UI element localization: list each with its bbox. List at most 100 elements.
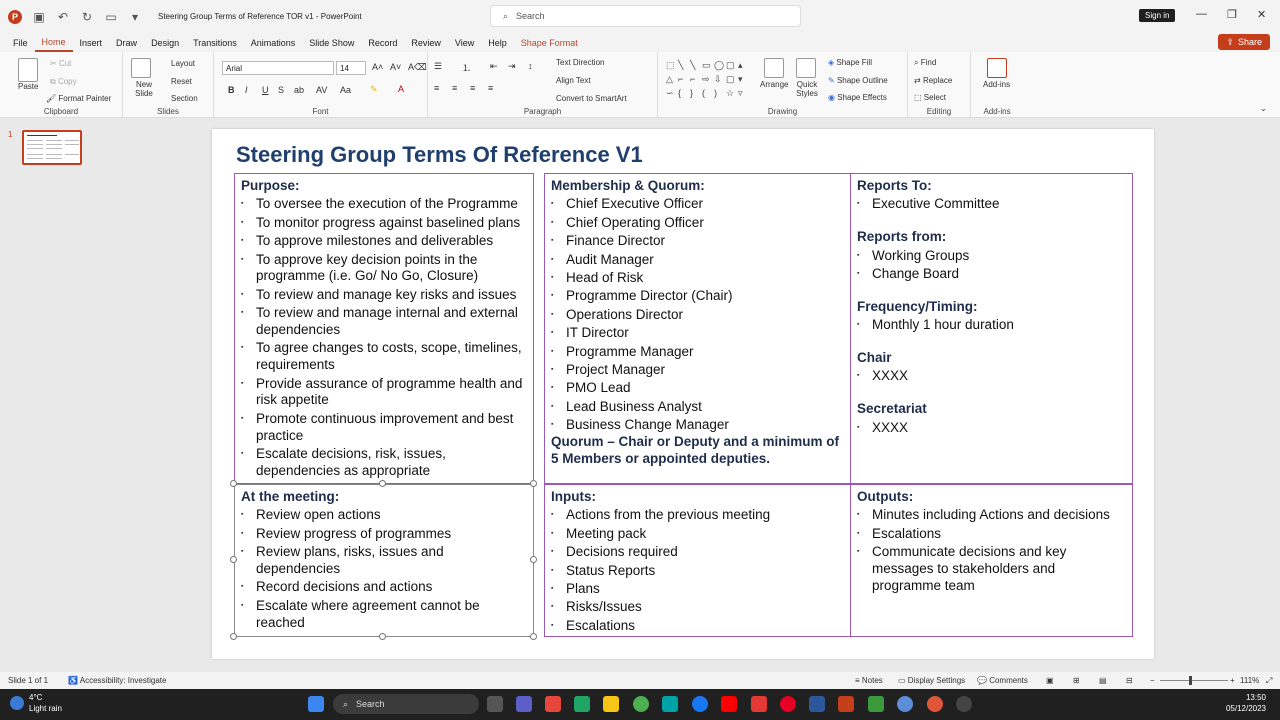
fit-slide-icon[interactable]: ⤢	[1266, 676, 1272, 686]
layout-button[interactable]: Layout	[171, 59, 195, 68]
app-icon-2[interactable]	[897, 696, 913, 712]
resize-handle[interactable]	[379, 633, 386, 640]
inputs-cell[interactable]: Inputs: Actions from the previous meetin…	[544, 484, 851, 637]
addins-button[interactable]: Add-ins	[983, 80, 1010, 89]
increase-indent-icon[interactable]: ⇥	[508, 61, 516, 72]
youtube-icon[interactable]	[721, 696, 737, 712]
resize-handle[interactable]	[530, 556, 537, 563]
shapes-gallery[interactable]: ⬚ ╲ ╲ ▭ ◯ ▢ ▴ △ ⌐ ⌐ ⇨ ⇩ ▢ ▾ ∽{}() ☆ ▿	[666, 60, 752, 100]
word-icon[interactable]	[809, 696, 825, 712]
chrome-icon[interactable]	[633, 696, 649, 712]
select-button[interactable]: ⬚ Select	[914, 93, 946, 102]
pdf-icon[interactable]	[751, 696, 767, 712]
membership-cell[interactable]: Membership & Quorum: Chief Executive Off…	[544, 173, 851, 484]
taskbar-search[interactable]: ⌕ Search	[333, 694, 479, 714]
app-lock-icon[interactable]	[868, 696, 884, 712]
decrease-font-icon[interactable]: A˅	[390, 62, 401, 72]
share-button[interactable]: ⇪ Share	[1218, 34, 1270, 50]
bullets-icon[interactable]: ☰	[434, 61, 442, 72]
sign-in-button[interactable]: Sign in	[1139, 9, 1176, 22]
shape-effects-button[interactable]: ◉ Shape Effects	[828, 93, 887, 102]
tab-view[interactable]: View	[448, 33, 481, 52]
customize-qat-icon[interactable]: ▾	[128, 10, 142, 24]
slideshow-view-icon[interactable]: ⊟	[1126, 676, 1133, 685]
display-settings-button[interactable]: ▭ Display Settings	[898, 676, 965, 685]
accessibility-button[interactable]: ♿ Accessibility: Investigate	[68, 676, 166, 685]
clear-formatting-icon[interactable]: A⌫	[408, 62, 427, 73]
justify-icon[interactable]: ≡	[488, 83, 493, 93]
app-icon-3[interactable]	[927, 696, 943, 712]
comments-button[interactable]: 💬 Comments	[977, 676, 1028, 685]
arrange-icon[interactable]	[764, 58, 784, 78]
redo-icon[interactable]: ↻	[80, 10, 94, 24]
tab-draw[interactable]: Draw	[109, 33, 144, 52]
reports-cell[interactable]: Reports To: Executive Committee Reports …	[850, 173, 1133, 484]
tab-animations[interactable]: Animations	[244, 33, 303, 52]
meeting-cell[interactable]: At the meeting: Review open actions Revi…	[234, 484, 534, 637]
weather-widget[interactable]: 4°C Light rain	[10, 692, 62, 714]
gmail-icon[interactable]	[545, 696, 561, 712]
zoom-out-icon[interactable]: −	[1150, 676, 1155, 685]
font-name-select[interactable]: Arial	[222, 61, 334, 75]
tab-record[interactable]: Record	[361, 33, 404, 52]
app-icon[interactable]	[662, 696, 678, 712]
present-icon[interactable]: ▭	[104, 10, 118, 24]
cut-button[interactable]: ✂ Cut	[50, 59, 71, 68]
resize-handle[interactable]	[230, 633, 237, 640]
convert-smartart-button[interactable]: Convert to SmartArt	[556, 94, 627, 103]
font-size-select[interactable]: 14	[336, 61, 366, 75]
align-center-icon[interactable]: ≡	[452, 83, 457, 93]
resize-handle[interactable]	[230, 480, 237, 487]
section-button[interactable]: Section	[171, 94, 198, 103]
resize-handle[interactable]	[530, 480, 537, 487]
file-explorer-icon[interactable]	[603, 696, 619, 712]
tab-help[interactable]: Help	[481, 33, 514, 52]
zoom-level[interactable]: 111%	[1240, 676, 1259, 685]
highlight-icon[interactable]: ✎	[370, 84, 378, 95]
replace-button[interactable]: ⇄ Replace	[914, 76, 952, 85]
copy-button[interactable]: ⧉ Copy	[50, 77, 77, 87]
start-icon[interactable]	[308, 696, 324, 712]
app-icon-4[interactable]	[956, 696, 972, 712]
resize-handle[interactable]	[230, 556, 237, 563]
task-view-icon[interactable]	[487, 696, 503, 712]
addins-icon[interactable]	[987, 58, 1007, 78]
teams-icon[interactable]	[516, 696, 532, 712]
zoom-in-icon[interactable]: +	[1230, 676, 1235, 685]
slide-thumbnail[interactable]	[22, 130, 82, 165]
char-spacing-icon[interactable]: ab	[294, 85, 304, 95]
outputs-cell[interactable]: Outputs: Minutes including Actions and d…	[850, 484, 1133, 637]
paste-button[interactable]: Paste	[18, 82, 38, 91]
powerpoint-icon[interactable]	[838, 696, 854, 712]
paste-icon[interactable]	[18, 58, 38, 82]
italic-icon[interactable]: I	[245, 85, 248, 95]
tab-review[interactable]: Review	[404, 33, 448, 52]
save-icon[interactable]: ▣	[32, 10, 46, 24]
arrange-button[interactable]: Arrange	[760, 80, 788, 89]
shape-fill-button[interactable]: ◈ Shape Fill	[828, 58, 872, 67]
bold-icon[interactable]: B	[228, 85, 235, 95]
tab-design[interactable]: Design	[144, 33, 186, 52]
tab-shape-format[interactable]: Shape Format	[514, 33, 585, 52]
line-spacing-icon[interactable]: ↕	[528, 61, 533, 71]
slide-title[interactable]: Steering Group Terms Of Reference V1	[236, 142, 643, 168]
facebook-icon[interactable]	[692, 696, 708, 712]
resize-handle[interactable]	[379, 480, 386, 487]
drive-icon[interactable]	[574, 696, 590, 712]
slide-sorter-icon[interactable]: ⊞	[1073, 676, 1080, 685]
close-icon[interactable]: ✕	[1257, 8, 1266, 21]
align-left-icon[interactable]: ≡	[434, 83, 439, 93]
new-slide-button[interactable]: New Slide	[129, 80, 159, 98]
search-input[interactable]: ⌕ Search	[490, 5, 801, 27]
tab-transitions[interactable]: Transitions	[186, 33, 244, 52]
strikethrough-icon[interactable]: S	[278, 85, 284, 95]
new-slide-icon[interactable]	[131, 58, 151, 78]
increase-font-icon[interactable]: A˄	[372, 62, 383, 72]
reset-button[interactable]: Reset	[171, 77, 192, 86]
undo-icon[interactable]: ↶	[56, 10, 70, 24]
zoom-slider[interactable]	[1160, 680, 1228, 681]
numbering-icon[interactable]: ⒈	[462, 61, 471, 74]
shape-outline-button[interactable]: ✎ Shape Outline	[828, 76, 888, 85]
zoom-slider-thumb[interactable]	[1189, 676, 1192, 685]
tab-file[interactable]: File	[6, 33, 35, 52]
